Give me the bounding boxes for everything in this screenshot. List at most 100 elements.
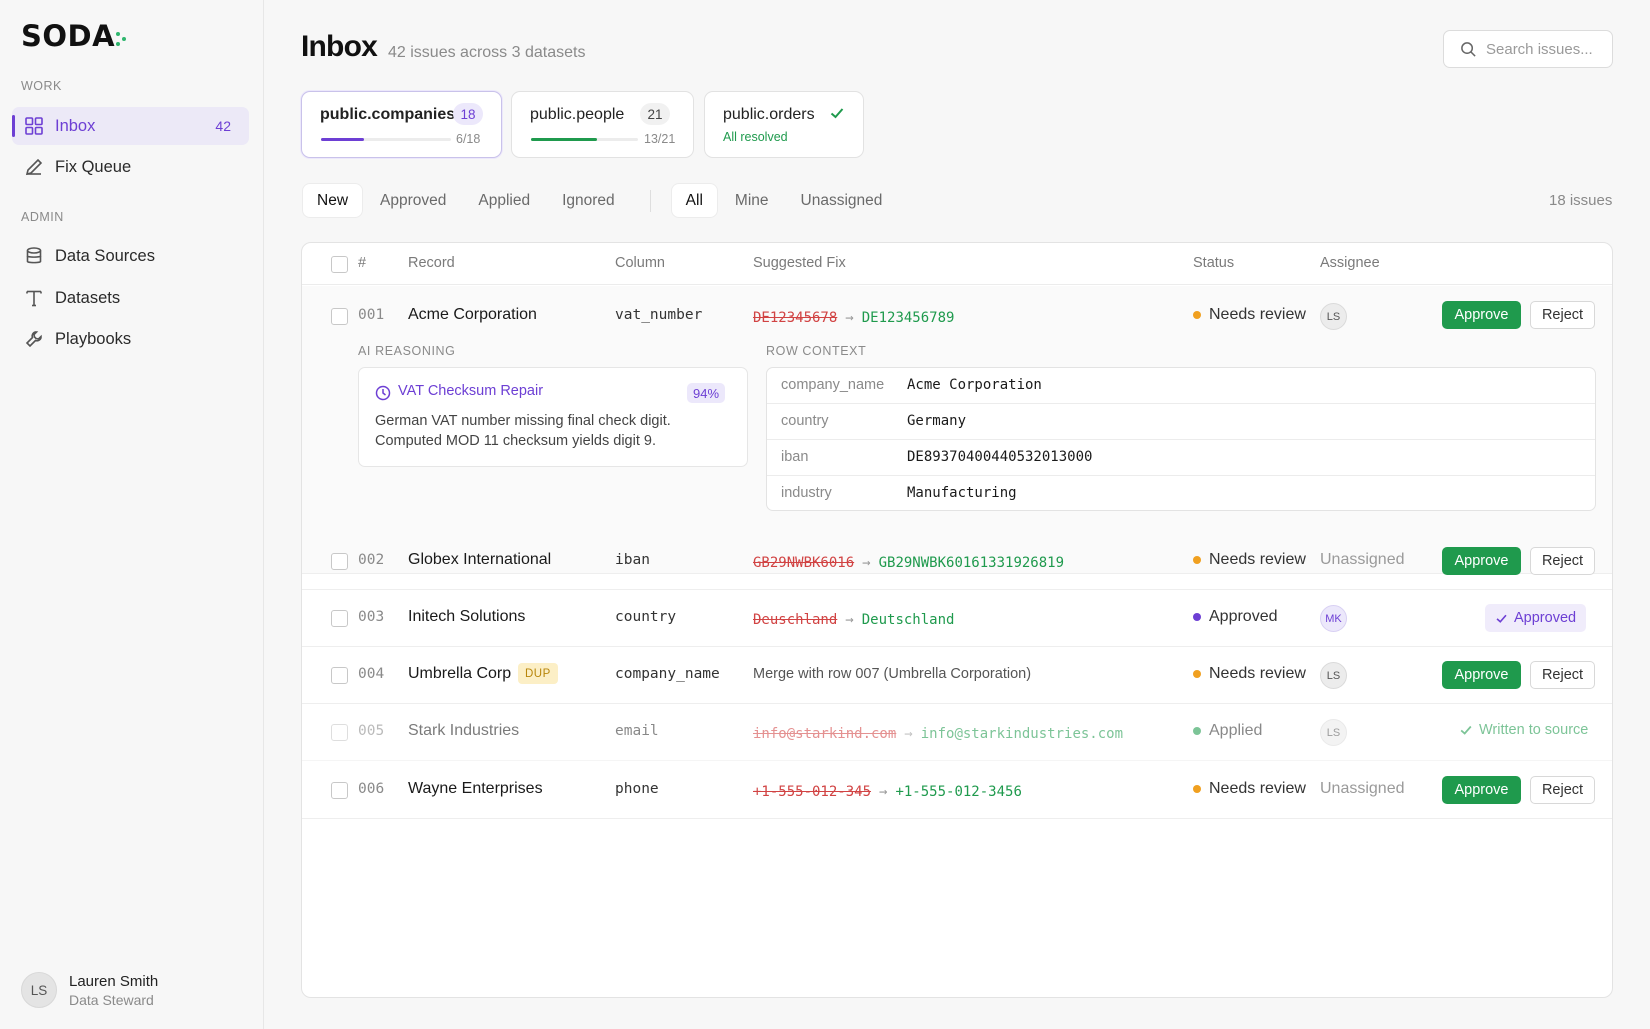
approved-badge: Approved xyxy=(1485,604,1587,632)
context-row: company_name Acme Corporation xyxy=(767,368,1595,404)
record-name: Acme Corporation xyxy=(408,306,537,323)
avatar[interactable]: MK xyxy=(1320,605,1347,632)
header-num: # xyxy=(358,255,367,271)
confidence-badge: 94% xyxy=(687,383,726,403)
row-checkbox[interactable] xyxy=(331,553,348,570)
dataset-progress-text: 13/21 xyxy=(644,132,676,146)
table-row[interactable]: 006 Wayne Enterprises phone +1-555-012-3… xyxy=(302,761,1612,819)
sidebar-item-label: Inbox xyxy=(55,116,96,135)
column-name: country xyxy=(615,609,677,625)
dataset-progress-bar xyxy=(531,138,638,141)
search-input[interactable]: Search issues... xyxy=(1443,30,1613,68)
filter-unassigned[interactable]: Unassigned xyxy=(787,184,897,217)
table-header: # Record Column Suggested Fix Status Ass… xyxy=(302,243,1612,285)
record-name: Umbrella Corp xyxy=(408,665,512,682)
reject-button[interactable]: Reject xyxy=(1530,301,1595,329)
sidebar-item-data-sources[interactable]: Data Sources xyxy=(12,237,249,275)
context-row: industry Manufacturing xyxy=(767,476,1595,510)
suggested-fix: +1-555-012-345 → +1-555-012-3456 xyxy=(753,781,1022,800)
reject-button[interactable]: Reject xyxy=(1530,661,1595,689)
suggested-fix: Deuschland → Deutschland xyxy=(753,609,954,628)
table-row[interactable]: 002 Globex International iban GB29NWBK60… xyxy=(302,532,1612,590)
table-row[interactable]: 005 Stark Industries email info@starkind… xyxy=(302,704,1612,761)
old-value: info@starkind.com xyxy=(753,726,897,742)
table-row[interactable]: 003 Initech Solutions country Deuschland… xyxy=(302,590,1612,647)
column-name: company_name xyxy=(615,666,720,682)
row-checkbox[interactable] xyxy=(331,724,348,741)
record-name: Globex International xyxy=(408,551,552,568)
status-filter-group: New Approved Applied Ignored All Mine Un… xyxy=(303,184,896,217)
pencil-icon xyxy=(25,158,43,176)
arrow-right-icon: → xyxy=(845,310,854,326)
duplicate-tag: DUP xyxy=(518,663,558,684)
database-icon xyxy=(26,247,42,264)
user-role: Data Steward xyxy=(69,991,154,1008)
context-value: Manufacturing xyxy=(907,485,1017,501)
status-dot xyxy=(1193,311,1201,319)
sidebar-item-playbooks[interactable]: Playbooks xyxy=(12,320,249,358)
soda-logo[interactable]: SODA xyxy=(21,19,128,53)
status-badge: Approved xyxy=(1193,608,1278,626)
reject-button[interactable]: Reject xyxy=(1530,776,1595,804)
filter-ignored[interactable]: Ignored xyxy=(548,184,629,217)
approve-button[interactable]: Approve xyxy=(1442,661,1521,689)
user-profile[interactable]: LS Lauren Smith Data Steward xyxy=(21,972,158,1008)
status-dot xyxy=(1193,613,1201,621)
old-value: +1-555-012-345 xyxy=(753,784,872,800)
arrow-right-icon: → xyxy=(845,612,854,628)
sidebar-item-datasets[interactable]: Datasets xyxy=(12,279,249,317)
reject-button[interactable]: Reject xyxy=(1530,547,1595,575)
filter-divider xyxy=(649,189,651,212)
context-key: country xyxy=(781,413,829,429)
sidebar-item-inbox[interactable]: Inbox 42 xyxy=(12,107,249,145)
context-key: iban xyxy=(781,449,809,465)
grid-icon xyxy=(25,117,43,135)
table-row[interactable]: 004 Umbrella Corp DUP company_name Merge… xyxy=(302,647,1612,704)
suggested-fix: GB29NWBK6016 → GB29NWBK60161331926819 xyxy=(753,552,1064,571)
suggested-fix: DE12345678 → DE123456789 xyxy=(753,307,954,326)
dataset-card-orders[interactable]: public.orders All resolved xyxy=(704,91,864,158)
filter-mine[interactable]: Mine xyxy=(721,184,783,217)
row-checkbox[interactable] xyxy=(331,782,348,799)
dataset-card-companies[interactable]: public.companies 18 6/18 xyxy=(301,91,502,158)
arrow-right-icon: → xyxy=(879,784,888,800)
approve-button[interactable]: Approve xyxy=(1442,776,1521,804)
old-value: DE12345678 xyxy=(753,310,838,326)
assignee-unassigned[interactable]: Unassigned xyxy=(1320,551,1405,569)
filter-applied[interactable]: Applied xyxy=(464,184,544,217)
row-number: 005 xyxy=(358,723,385,739)
dataset-progress-text: 6/18 xyxy=(456,132,481,146)
filter-all[interactable]: All xyxy=(671,184,717,217)
written-to-source-status: Written to source xyxy=(1459,722,1588,738)
clock-icon xyxy=(375,385,391,401)
new-value: info@starkindustries.com xyxy=(920,726,1124,742)
avatar[interactable]: LS xyxy=(1320,303,1347,330)
avatar[interactable]: LS xyxy=(1320,719,1347,746)
page-title: Inbox xyxy=(301,30,378,63)
dataset-name: public.orders xyxy=(723,106,815,123)
approve-button[interactable]: Approve xyxy=(1442,301,1521,329)
filter-approved[interactable]: Approved xyxy=(366,184,460,217)
table-row[interactable]: 001 Acme Corporation vat_number DE123456… xyxy=(302,286,1612,574)
sidebar-item-fix-queue[interactable]: Fix Queue xyxy=(12,148,249,186)
header-assignee: Assignee xyxy=(1320,255,1380,271)
header-suggested-fix: Suggested Fix xyxy=(753,255,846,271)
avatar: LS xyxy=(21,972,57,1008)
approve-button[interactable]: Approve xyxy=(1442,547,1521,575)
column-name: email xyxy=(615,723,659,739)
dataset-status: All resolved xyxy=(723,130,788,144)
sidebar: SODA WORK Inbox 42 Fix Queue ADMIN Data … xyxy=(0,0,264,1029)
dataset-progress-fill xyxy=(531,138,598,141)
playbook-name[interactable]: VAT Checksum Repair xyxy=(398,383,543,399)
select-all-checkbox[interactable] xyxy=(331,256,348,273)
row-checkbox[interactable] xyxy=(331,667,348,684)
dataset-card-people[interactable]: public.people 21 13/21 xyxy=(511,91,694,158)
context-key: industry xyxy=(781,485,832,501)
assignee-unassigned[interactable]: Unassigned xyxy=(1320,780,1405,798)
sidebar-item-label: Fix Queue xyxy=(55,157,132,176)
avatar[interactable]: LS xyxy=(1320,662,1347,689)
filter-new[interactable]: New xyxy=(303,184,363,217)
row-checkbox[interactable] xyxy=(331,610,348,627)
row-checkbox[interactable] xyxy=(331,308,348,325)
sidebar-item-label: Data Sources xyxy=(55,246,155,265)
